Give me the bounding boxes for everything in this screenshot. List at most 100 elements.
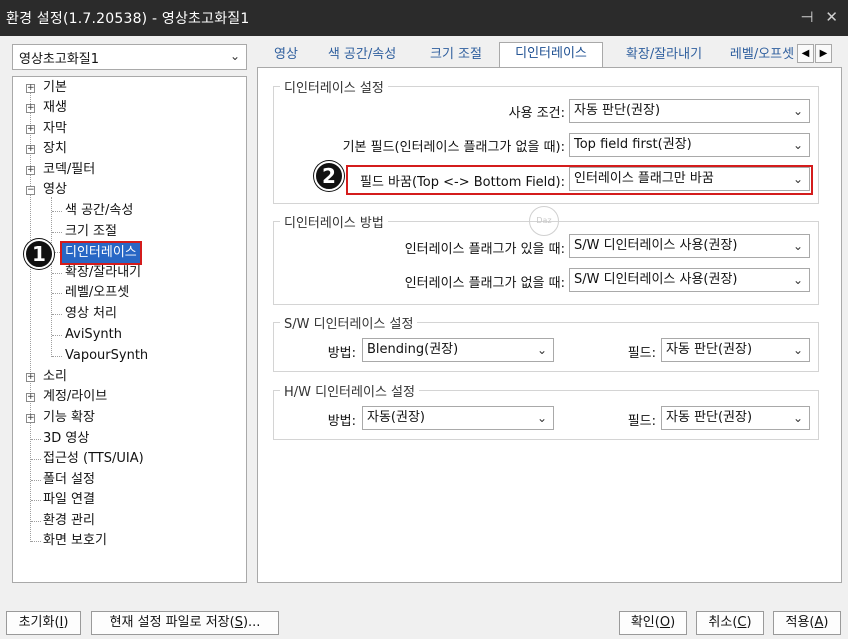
tree-line <box>31 521 41 522</box>
expand-icon[interactable]: + <box>26 104 35 113</box>
use-condition-label: 사용 조건: <box>508 106 565 121</box>
tree-line <box>51 197 52 357</box>
without-flag-label: 인터레이스 플래그가 없을 때: <box>404 276 565 291</box>
field-swap-label: 필드 바꿈(Top <-> Bottom Field): <box>360 175 565 190</box>
hw-field-value: 자동 판단(권장) <box>666 410 753 425</box>
tree-item-folder[interactable]: 폴더 설정 <box>43 470 95 490</box>
group-title: 디인터레이스 설정 <box>280 77 388 96</box>
tree-item-color-space[interactable]: 색 공간/속성 <box>65 201 133 221</box>
sw-field-label: 필드: <box>627 346 656 361</box>
tree-item-codec-filter[interactable]: 코덱/필터 <box>43 160 95 180</box>
tree-item-sound[interactable]: 소리 <box>43 367 67 387</box>
tree-item-screensaver[interactable]: 화면 보호기 <box>43 531 107 551</box>
tab-scroll-left-icon[interactable]: ◀ <box>797 44 814 63</box>
tree-item-env-manage[interactable]: 환경 관리 <box>43 511 95 531</box>
without-flag-select[interactable]: S/W 디인터레이스 사용(권장) ⌄ <box>569 268 810 292</box>
reset-end: ) <box>63 615 69 630</box>
tab-expand-crop[interactable]: 확장/잘라내기 <box>614 44 714 68</box>
tree-line <box>31 500 41 501</box>
group-title: 디인터레이스 방법 <box>280 212 388 231</box>
tab-color-space[interactable]: 색 공간/속성 <box>316 44 408 68</box>
deinterlace-page: 디인터레이스 설정 사용 조건: 자동 판단(권장) ⌄ 기본 필드(인터레이스… <box>257 67 842 583</box>
without-flag-value: S/W 디인터레이스 사용(권장) <box>574 272 738 287</box>
ok-end: ) <box>670 615 676 630</box>
save-end: )... <box>242 615 261 630</box>
tree-line <box>52 211 62 212</box>
ok-button[interactable]: 확인(O) <box>619 611 687 635</box>
tree-item-deinterlace[interactable]: 디인터레이스 <box>60 241 142 265</box>
expand-icon[interactable]: + <box>26 125 35 134</box>
hw-field-select[interactable]: 자동 판단(권장) ⌄ <box>661 406 810 430</box>
save-to-file-button[interactable]: 현재 설정 파일로 저장(S)... <box>91 611 279 635</box>
tree-item-video-processing[interactable]: 영상 처리 <box>65 304 117 324</box>
cancel-button[interactable]: 취소(C) <box>696 611 764 635</box>
tree-item-video[interactable]: 영상 <box>43 180 67 200</box>
tree-item-playback[interactable]: 재생 <box>43 98 67 118</box>
tree-item-device[interactable]: 장치 <box>43 139 67 159</box>
tab-level-offset[interactable]: 레벨/오프셋 <box>726 44 798 68</box>
tree-line <box>52 314 62 315</box>
apply-button[interactable]: 적용(A) <box>773 611 841 635</box>
sw-field-select[interactable]: 자동 판단(권장) ⌄ <box>661 338 810 362</box>
chevron-down-icon: ⌄ <box>536 411 547 425</box>
tree-line <box>31 439 41 440</box>
use-condition-select[interactable]: 자동 판단(권장) ⌄ <box>569 99 810 123</box>
expand-icon[interactable]: + <box>26 166 35 175</box>
expand-icon[interactable]: + <box>26 84 35 93</box>
field-swap-select[interactable]: 인터레이스 플래그만 바꿈 ⌄ <box>569 167 810 191</box>
tree-item-extensions[interactable]: 기능 확장 <box>43 408 95 428</box>
tab-resize[interactable]: 크기 조절 <box>420 44 492 68</box>
tree-item-accessibility[interactable]: 접근성 (TTS/UIA) <box>43 449 144 469</box>
tab-scroll-right-icon[interactable]: ▶ <box>815 44 832 63</box>
cancel-label: 취소( <box>708 615 738 630</box>
apply-label: 적용( <box>785 615 815 630</box>
tree-line <box>52 356 62 357</box>
tree-item-account-live[interactable]: 계정/라이브 <box>43 387 107 407</box>
sw-method-select[interactable]: Blending(권장) ⌄ <box>362 338 554 362</box>
hw-method-select[interactable]: 자동(권장) ⌄ <box>362 406 554 430</box>
annotation-badge-1: 1 <box>24 239 54 269</box>
tree-item-avisynth[interactable]: AviSynth <box>65 325 122 345</box>
with-flag-select[interactable]: S/W 디인터레이스 사용(권장) ⌄ <box>569 234 810 258</box>
expand-icon[interactable]: + <box>26 414 35 423</box>
tree-item-vapoursynth[interactable]: VapourSynth <box>65 346 148 366</box>
tree-item-subtitle[interactable]: 자막 <box>43 119 67 139</box>
sw-method-label: 방법: <box>327 346 356 361</box>
tree-item-level-offset[interactable]: 레벨/오프셋 <box>65 283 129 303</box>
close-icon[interactable]: ✕ <box>825 8 838 26</box>
preset-select[interactable]: 영상초고화질1 ⌄ <box>12 44 247 70</box>
tree-line <box>30 89 31 542</box>
tab-deinterlace[interactable]: 디인터레이스 <box>499 42 603 70</box>
hw-method-label: 방법: <box>327 414 356 429</box>
group-title: H/W 디인터레이스 설정 <box>280 381 419 400</box>
tree-item-3d[interactable]: 3D 영상 <box>43 429 89 449</box>
tree-line <box>31 541 41 542</box>
expand-icon[interactable]: + <box>26 145 35 154</box>
collapse-icon[interactable]: − <box>26 186 35 195</box>
tree-line <box>52 293 62 294</box>
window-title: 환경 설정(1.7.20538) - 영상초고화질1 <box>6 11 250 27</box>
hw-method-value: 자동(권장) <box>367 410 425 425</box>
expand-icon[interactable]: + <box>26 373 35 382</box>
chevron-down-icon: ⌄ <box>792 273 803 287</box>
chevron-down-icon: ⌄ <box>536 343 547 357</box>
default-field-select[interactable]: Top field first(권장) ⌄ <box>569 133 810 157</box>
tree-item-expand-crop[interactable]: 확장/잘라내기 <box>65 263 141 283</box>
settings-tree: + 기본 + 재생 + 자막 + 장치 + 코덱/필터 − 영상 색 공간/속성… <box>12 76 247 583</box>
tree-item-file-assoc[interactable]: 파일 연결 <box>43 490 95 510</box>
tree-item-basic[interactable]: 기본 <box>43 78 67 98</box>
save-key: S <box>234 615 243 630</box>
watermark-logo: Daz <box>529 206 559 236</box>
preset-value: 영상초고화질1 <box>19 51 100 67</box>
chevron-down-icon: ⌄ <box>792 343 803 357</box>
chevron-down-icon: ⌄ <box>792 172 803 186</box>
reset-button[interactable]: 초기화(I) <box>6 611 81 635</box>
tab-video[interactable]: 영상 <box>262 44 310 68</box>
title-bar: 환경 설정(1.7.20538) - 영상초고화질1 ⊣ ✕ <box>0 0 848 36</box>
cancel-end: ) <box>746 615 752 630</box>
chevron-down-icon: ⌄ <box>229 49 240 63</box>
expand-icon[interactable]: + <box>26 393 35 402</box>
pin-icon[interactable]: ⊣ <box>800 8 813 26</box>
tree-line <box>52 335 62 336</box>
tree-item-resize[interactable]: 크기 조절 <box>65 222 117 242</box>
